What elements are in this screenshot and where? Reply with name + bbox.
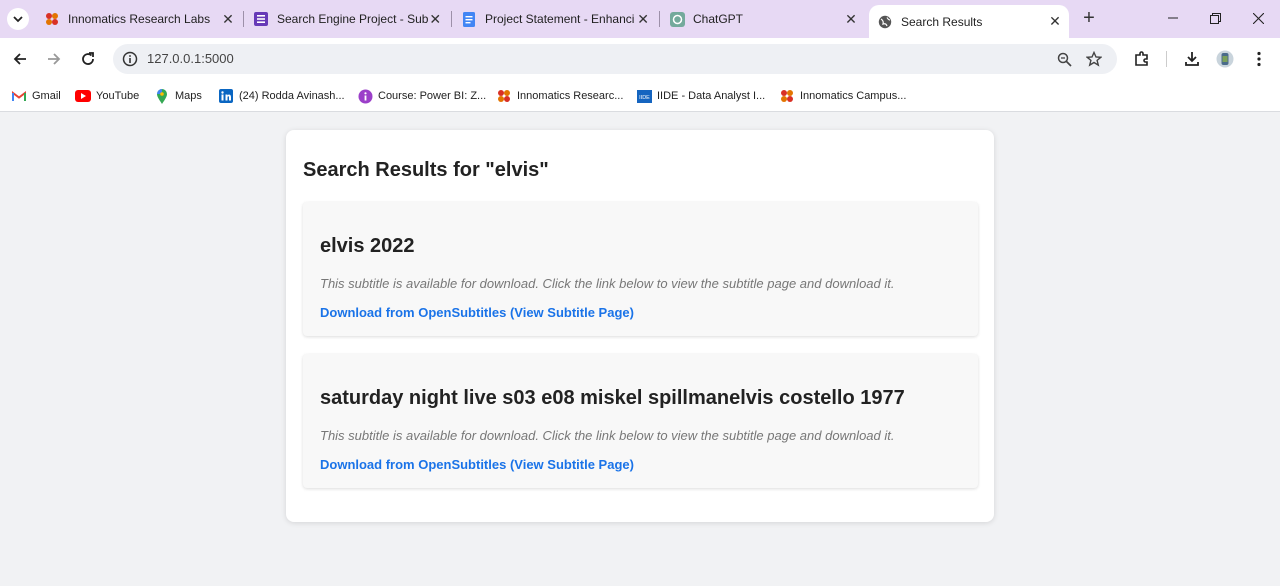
result-description: This subtitle is available for download.… [320,428,895,443]
tab-separator [451,11,452,27]
bookmark-label: YouTube [96,90,140,102]
result-item: saturday night live s03 e08 miskel spill… [303,354,978,488]
puzzle-icon [1135,51,1148,66]
restore-icon [1209,12,1221,24]
tab-title: Project Statement - Enhancir [485,12,636,26]
tab-project-statement[interactable]: Project Statement - Enhancir ✕ [453,6,657,32]
tab-search-button[interactable] [7,8,29,30]
toolbar-separator [1166,51,1167,67]
tab-strip: Innomatics Research Labs ✕ Search Engine… [0,0,1280,38]
tab-title: Innomatics Research Labs [68,12,211,26]
bookmark-innomatics-campus[interactable]: Innomatics Campus... [779,87,906,105]
result-description: This subtitle is available for download.… [320,276,895,291]
close-icon[interactable]: ✕ [1047,13,1063,30]
kebab-menu-icon [1257,51,1261,67]
tab-innomatics[interactable]: Innomatics Research Labs ✕ [36,6,242,32]
bookmark-label: Gmail [32,90,61,102]
forward-button[interactable] [43,48,65,70]
bookmark-label: Innomatics Campus... [800,90,907,102]
innomatics-favicon [779,88,795,104]
browser-toolbar: 127.0.0.1:5000 [0,38,1280,80]
tab-search-results[interactable]: Search Results ✕ [869,5,1069,38]
bookmark-label: Maps [175,90,202,102]
bookmark-label: (24) Rodda Avinash... [239,90,345,102]
bookmark-label: IIDE - Data Analyst I... [657,90,766,102]
bookmark-label: Course: Power BI: Z... [378,90,487,102]
reload-icon [82,52,94,65]
results-card: Search Results for "elvis" elvis 2022 Th… [286,130,994,522]
page-title: Search Results for "elvis" [303,159,549,181]
arrow-left-icon [13,53,26,65]
download-link[interactable]: Download from OpenSubtitles (View Subtit… [320,305,634,320]
url-text: 127.0.0.1:5000 [147,51,234,66]
tab-title: Search Results [901,14,983,29]
bookmark-maps[interactable]: Maps [154,87,202,105]
result-item: elvis 2022 This subtitle is available fo… [303,202,978,336]
bookmark-innomatics-research[interactable]: Innomatics Researc... [496,87,623,105]
menu-button[interactable] [1248,48,1270,70]
course-icon [357,88,373,104]
address-bar[interactable]: 127.0.0.1:5000 [113,44,1117,74]
globe-icon [877,14,893,30]
tab-separator [243,11,244,27]
reload-button[interactable] [77,48,99,70]
download-icon [1185,52,1199,66]
star-icon[interactable] [1085,50,1103,68]
avatar-icon [1216,50,1234,68]
page-content: Search Results for "elvis" elvis 2022 Th… [0,112,1280,586]
tab-title: ChatGPT [693,12,744,26]
bookmark-gmail[interactable]: Gmail [11,87,61,105]
tab-separator [659,11,660,27]
back-button[interactable] [9,48,31,70]
tab-title: Search Engine Project - Subr [277,12,428,26]
linkedin-icon [218,88,234,104]
close-icon[interactable]: ✕ [635,11,651,27]
tab-chatgpt[interactable]: ChatGPT ✕ [661,6,865,32]
close-icon[interactable]: ✕ [843,11,859,27]
close-icon[interactable]: ✕ [428,11,444,27]
bookmark-youtube[interactable]: YouTube [75,87,139,105]
result-title: elvis 2022 [320,235,415,257]
new-tab-button[interactable]: + [1079,8,1099,28]
gmail-icon [11,88,27,104]
bookmark-course-power-bi[interactable]: Course: Power BI: Z... [357,87,486,105]
innomatics-favicon [496,88,512,104]
docs-favicon [461,11,477,27]
chevron-down-icon [13,16,23,23]
chatgpt-favicon [669,11,685,27]
minimize-icon [1168,17,1178,19]
close-icon[interactable]: ✕ [220,11,236,27]
innomatics-favicon [44,11,60,27]
downloads-button[interactable] [1181,48,1203,70]
download-link[interactable]: Download from OpenSubtitles (View Subtit… [320,457,634,472]
arrow-right-icon [48,53,61,65]
bookmark-label: Innomatics Researc... [517,90,624,102]
zoom-icon[interactable] [1055,50,1073,68]
extensions-button[interactable] [1131,48,1153,70]
profile-avatar[interactable] [1214,48,1236,70]
site-info-icon[interactable] [122,51,138,67]
tab-search-engine-project[interactable]: Search Engine Project - Subr ✕ [245,6,449,32]
maps-icon [154,88,170,104]
result-title: saturday night live s03 e08 miskel spill… [320,387,905,409]
svg-text:IIDE: IIDE [639,95,650,101]
youtube-icon [75,88,91,104]
bookmarks-bar: Gmail YouTube Maps (24) Rodda Avinash...… [0,80,1280,112]
minimize-button[interactable] [1163,8,1183,28]
forms-favicon [253,11,269,27]
restore-button[interactable] [1205,8,1225,28]
bookmark-iide[interactable]: IIDE IIDE - Data Analyst I... [636,87,765,105]
close-icon [1252,12,1264,24]
close-window-button[interactable] [1248,8,1268,28]
bookmark-linkedin[interactable]: (24) Rodda Avinash... [218,87,345,105]
iide-icon: IIDE [636,88,652,104]
